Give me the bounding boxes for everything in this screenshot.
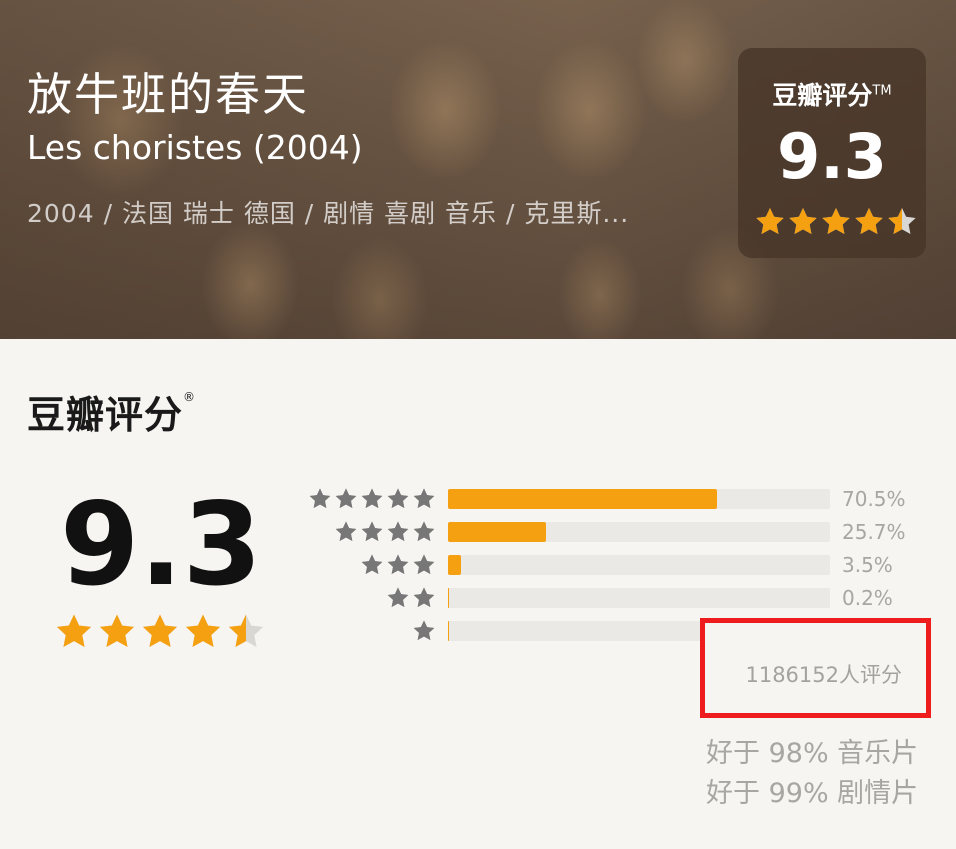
distribution-row-5-star: 70.5% [0,487,956,511]
star-icon [387,587,409,607]
distribution-row-4-star: 25.7% [0,520,956,544]
star-icon [387,521,409,541]
star-icon [335,488,357,508]
distribution-percent: 3.5% [842,553,893,577]
section-title: 豆瓣评分® [27,390,197,437]
douban-score-badge[interactable]: 豆瓣评分TM 9.3 [738,48,926,258]
distribution-bar-fill [448,555,462,575]
movie-meta: 2004 / 法国 瑞士 德国 / 剧情 喜剧 音乐 / 克里斯... [27,199,630,228]
star-icon [756,208,784,234]
distribution-bar-fill [448,522,547,542]
distribution-bar-fill [448,489,718,509]
star-icon [413,488,435,508]
star-icon [335,521,357,541]
star-icon [822,208,850,234]
movie-title-en: Les choristes (2004) [27,128,363,167]
star-icon [789,208,817,234]
total-ratings[interactable]: 1186152人评分 [745,659,902,689]
distribution-row-3-star: 3.5% [0,553,956,577]
star-icon [413,587,435,607]
distribution-percent: 0.2% [842,586,893,610]
row-stars [386,586,436,610]
star-icon [361,554,383,574]
badge-stars [754,206,918,238]
registered-mark: ® [183,390,197,404]
distribution-percent: 25.7% [842,520,906,544]
distribution-bar-track [448,489,830,509]
movie-title-cn: 放牛班的春天 [27,68,310,121]
distribution-bar-track [448,588,830,608]
star-icon [309,488,331,508]
distribution-bar-track [448,555,830,575]
badge-score: 9.3 [777,120,887,193]
total-ratings-highlight: 1186152人评分 [700,618,931,718]
row-stars [360,553,436,577]
better-than-drama[interactable]: 好于 99% 剧情片 [706,771,918,810]
star-icon [413,554,435,574]
star-icon [855,208,883,234]
distribution-row-2-star: 0.2% [0,586,956,610]
row-stars [412,619,436,643]
star-icon [413,521,435,541]
badge-label: 豆瓣评分TM [772,81,892,110]
star-icon [413,620,435,640]
trademark-mark: TM [872,83,892,99]
star-icon [361,521,383,541]
star-icon [387,554,409,574]
star-icon [361,488,383,508]
distribution-bar-track [448,522,830,542]
half-star-icon [888,208,916,234]
row-stars [308,487,436,511]
distribution-bar-fill [448,588,449,608]
distribution-percent: 70.5% [842,487,906,511]
row-stars [334,520,436,544]
better-than-music[interactable]: 好于 98% 音乐片 [706,731,918,770]
star-icon [387,488,409,508]
